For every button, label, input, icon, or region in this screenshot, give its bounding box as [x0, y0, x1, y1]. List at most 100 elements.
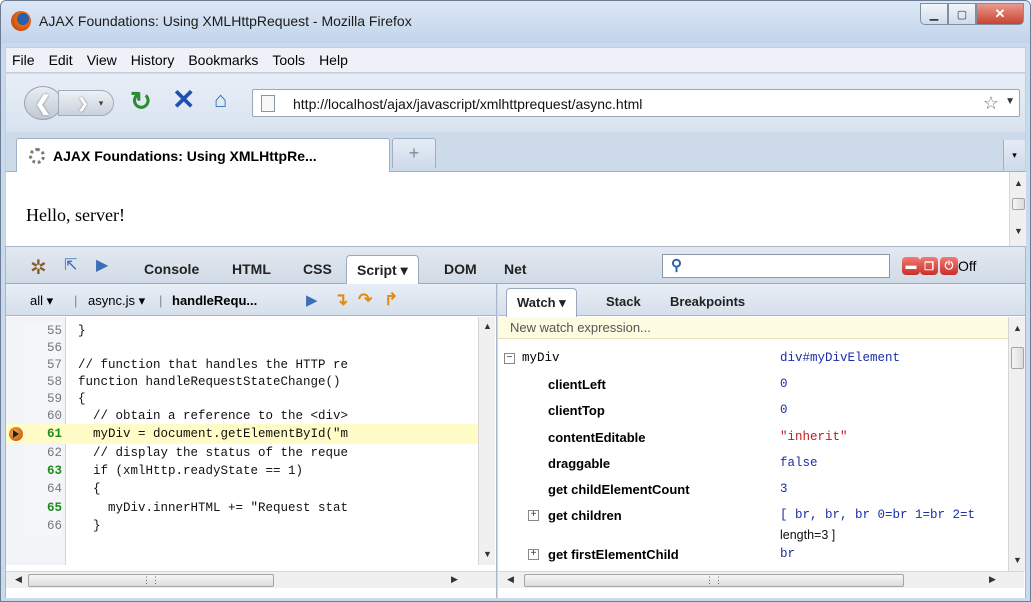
scroll-left-icon[interactable]: ◀	[502, 574, 519, 585]
bookmark-star-icon[interactable]: ☆	[983, 93, 999, 114]
function-breadcrumb[interactable]: handleRequ...	[172, 293, 257, 308]
fb-tab-console[interactable]: Console	[144, 261, 199, 277]
watch-row[interactable]: draggable false	[498, 451, 1008, 476]
menu-bookmarks[interactable]: Bookmarks	[188, 52, 258, 68]
page-scroll-thumb[interactable]	[1012, 198, 1025, 210]
menu-file[interactable]: File	[12, 52, 35, 68]
code-line[interactable]: 66 }	[6, 516, 480, 536]
firebug-search-input[interactable]: ⚲	[662, 254, 890, 278]
forward-button[interactable]: ❯ ▾	[58, 90, 114, 116]
menu-tools[interactable]: Tools	[272, 52, 305, 68]
script-location-bar: all ▾ | async.js ▾ | handleRequ... ▶ ↴ ↷…	[6, 284, 496, 316]
firebug-bug-icon[interactable]: ✲	[30, 255, 47, 280]
code-horizontal-scrollbar[interactable]: ◀ ⋮⋮ ▶	[6, 571, 496, 588]
script-file-dropdown[interactable]: async.js ▾	[88, 293, 145, 309]
watch-row[interactable]: get childElementCount 3	[498, 477, 1008, 502]
new-watch-expression-input[interactable]: New watch expression...	[498, 317, 1008, 339]
scroll-left-icon[interactable]: ◀	[10, 574, 27, 585]
code-line[interactable]: 60 // obtain a reference to the <div>	[6, 406, 480, 426]
watch-horizontal-scrollbar[interactable]: ◀ ⋮⋮ ▶	[498, 571, 1024, 588]
scroll-up-icon[interactable]: ▲	[1009, 323, 1026, 333]
watch-h-scroll-thumb[interactable]: ⋮⋮	[524, 574, 904, 587]
firefox-logo-icon	[11, 11, 31, 31]
close-button[interactable]: ✕	[976, 3, 1024, 25]
off-label[interactable]: Off	[958, 258, 976, 274]
code-vertical-scrollbar[interactable]: ▲ ▼	[478, 317, 495, 565]
page-identity-icon[interactable]	[261, 95, 275, 112]
tab-title: AJAX Foundations: Using XMLHttpRe...	[53, 148, 317, 164]
side-panel-tabs: Watch ▾ Stack Breakpoints	[498, 284, 1025, 317]
continue-icon[interactable]: ▶	[96, 255, 108, 275]
menu-help[interactable]: Help	[319, 52, 348, 68]
tab-list-button[interactable]: ▾	[1003, 140, 1025, 170]
menu-view[interactable]: View	[87, 52, 117, 68]
tab-active[interactable]: AJAX Foundations: Using XMLHttpRe...	[16, 138, 390, 173]
page-scrollbar[interactable]: ▲ ▼	[1009, 172, 1026, 246]
menu-edit[interactable]: Edit	[49, 52, 73, 68]
scroll-up-icon[interactable]: ▲	[1010, 178, 1027, 188]
watch-row[interactable]: + get children [ br, br, br 0=br 1=br 2=…	[498, 503, 1008, 545]
menu-bar: File Edit View History Bookmarks Tools H…	[5, 47, 1026, 73]
step-over-icon[interactable]: ↷	[358, 290, 372, 310]
title-bar: AJAX Foundations: Using XMLHttpRequest -…	[1, 1, 1030, 43]
maximize-button[interactable]: ▢	[948, 3, 976, 25]
scroll-right-icon[interactable]: ▶	[984, 574, 1001, 585]
menu-history[interactable]: History	[131, 52, 175, 68]
tab-breakpoints[interactable]: Breakpoints	[670, 294, 745, 309]
watch-row[interactable]: + get firstElementChild br	[498, 542, 1008, 567]
minimize-firebug-icon[interactable]: ▬	[902, 257, 920, 275]
status-bar	[5, 598, 1026, 601]
breakpoint-icon[interactable]	[9, 427, 23, 441]
watch-vertical-scrollbar[interactable]: ▲ ▼	[1008, 317, 1025, 571]
watch-row[interactable]: contentEditable "inherit"	[498, 425, 1008, 450]
code-line[interactable]: 64 {	[6, 479, 480, 499]
watch-row[interactable]: clientLeft 0	[498, 372, 1008, 397]
fb-tab-dom[interactable]: DOM	[444, 261, 477, 277]
page-text: Hello, server!	[26, 205, 125, 225]
url-dropdown-icon[interactable]: ▼	[1005, 96, 1015, 107]
watch-pane: Watch ▾ Stack Breakpoints New watch expr…	[498, 284, 1026, 598]
stop-icon[interactable]: ✕	[172, 84, 195, 116]
watch-row[interactable]: clientTop 0	[498, 398, 1008, 423]
code-line[interactable]: 63 if (xmlHttp.readyState == 1)	[6, 461, 480, 481]
power-icon[interactable]: ⏻	[940, 257, 958, 275]
home-icon[interactable]: ⌂	[214, 88, 238, 112]
collapse-icon[interactable]: −	[504, 353, 515, 364]
reload-icon[interactable]: ↻	[130, 86, 152, 116]
watch-scroll-thumb[interactable]	[1011, 347, 1024, 369]
code-h-scroll-thumb[interactable]: ⋮⋮	[28, 574, 274, 587]
tab-watch[interactable]: Watch ▾	[506, 288, 577, 317]
page-content: Hello, server! ▲ ▼	[5, 172, 1026, 246]
fb-tab-html[interactable]: HTML	[232, 261, 271, 277]
expand-icon[interactable]: +	[528, 549, 539, 560]
scroll-right-icon[interactable]: ▶	[446, 574, 463, 585]
current-code-line[interactable]: 61 myDiv = document.getElementById("m	[6, 424, 480, 444]
url-text[interactable]: http://localhost/ajax/javascript/xmlhttp…	[293, 96, 642, 112]
tab-stack[interactable]: Stack	[606, 294, 641, 309]
url-bar[interactable]: http://localhost/ajax/javascript/xmlhttp…	[252, 89, 1020, 117]
code-line[interactable]: 65 myDiv.innerHTML += "Request stat	[6, 498, 480, 518]
scroll-down-icon[interactable]: ▼	[479, 549, 496, 559]
inspect-icon[interactable]: ⇱	[64, 255, 77, 275]
continue-icon[interactable]: ▶	[306, 291, 318, 309]
all-scripts-dropdown[interactable]: all ▾	[30, 293, 53, 309]
tab-bar: AJAX Foundations: Using XMLHttpRe... + ▾	[5, 132, 1026, 173]
scroll-down-icon[interactable]: ▼	[1010, 226, 1027, 236]
scroll-down-icon[interactable]: ▼	[1009, 555, 1026, 565]
code-line[interactable]: 62 // display the status of the reque	[6, 443, 480, 463]
minimize-button[interactable]: ▁	[920, 3, 948, 25]
scroll-up-icon[interactable]: ▲	[479, 321, 496, 331]
expand-icon[interactable]: +	[528, 510, 539, 521]
fb-tab-script[interactable]: Script ▾	[346, 255, 419, 287]
new-tab-button[interactable]: +	[392, 138, 436, 168]
detach-firebug-icon[interactable]: ❐	[920, 257, 938, 275]
step-out-icon[interactable]: ↱	[384, 290, 398, 310]
fb-tab-css[interactable]: CSS	[303, 261, 332, 277]
browser-window: AJAX Foundations: Using XMLHttpRequest -…	[0, 0, 1031, 602]
script-pane: all ▾ | async.js ▾ | handleRequ... ▶ ↴ ↷…	[5, 284, 497, 598]
watch-row[interactable]: − myDiv div#myDivElement	[498, 346, 1008, 371]
back-button[interactable]: ❮	[24, 86, 62, 120]
search-icon: ⚲	[671, 257, 682, 274]
step-into-icon[interactable]: ↴	[334, 290, 348, 310]
fb-tab-net[interactable]: Net	[504, 261, 527, 277]
